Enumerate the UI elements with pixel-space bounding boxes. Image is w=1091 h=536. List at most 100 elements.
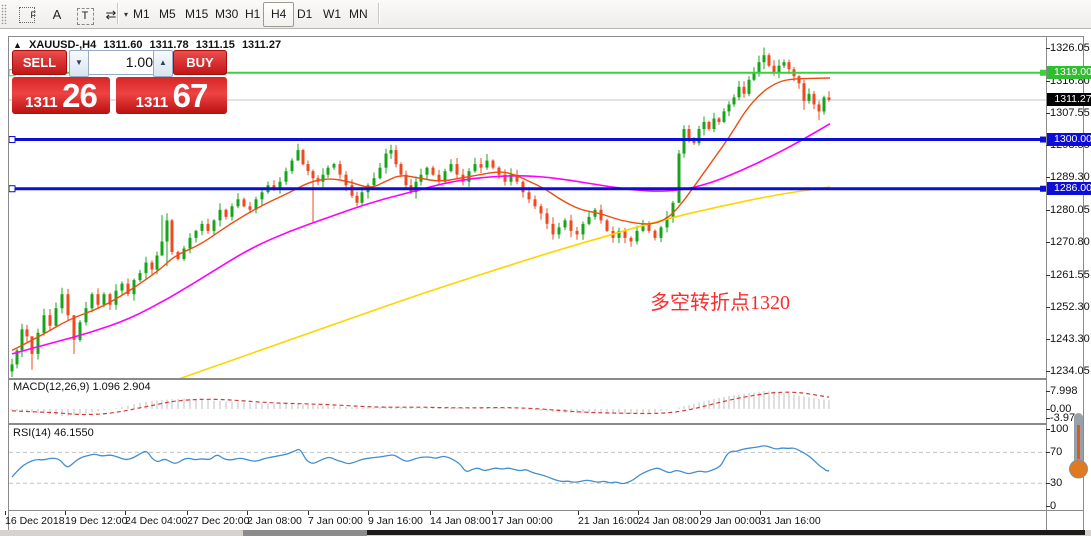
candle-body	[224, 209, 228, 217]
candle-body	[284, 171, 288, 182]
candle-body	[682, 129, 686, 154]
candle-body	[551, 223, 555, 235]
candle-body	[521, 181, 525, 193]
toolbar-grip[interactable]	[1, 4, 7, 24]
ask-big-figure: 1311	[135, 94, 169, 111]
candle-body	[479, 164, 483, 168]
text-tool-icon[interactable]: T	[72, 2, 98, 27]
macd-signal-line	[11, 391, 830, 416]
candle-body	[659, 227, 663, 238]
candle-body	[757, 62, 761, 73]
candle-body	[473, 164, 477, 172]
level-left-marker[interactable]	[8, 136, 16, 144]
candle-body	[326, 167, 330, 175]
candle-body	[230, 206, 234, 217]
thermometer-icon	[1069, 413, 1088, 479]
candle-body	[120, 283, 124, 291]
candle-body	[54, 308, 58, 326]
volume-input[interactable]: 1.00	[88, 50, 159, 75]
time-tick-label: 29 Jan 00:00	[700, 515, 761, 527]
time-tick-label: 21 Jan 16:00	[578, 515, 639, 527]
candle-body	[78, 322, 82, 340]
text-label-tool-icon[interactable]: A	[44, 2, 70, 27]
volume-increase-button[interactable]: ▲	[153, 50, 173, 77]
candle-body	[737, 86, 741, 98]
candle-body	[96, 294, 100, 305]
candle-body	[90, 294, 94, 309]
candle-body	[321, 174, 325, 182]
candle-body	[218, 209, 222, 221]
candle-body	[707, 122, 711, 129]
panel-separator-rsi[interactable]	[8, 423, 1047, 425]
volume-decrease-button[interactable]: ▼	[69, 50, 89, 77]
candle-body	[827, 97, 831, 100]
bottom-scrollbar-thumb[interactable]	[243, 530, 367, 536]
candle-body	[687, 129, 691, 140]
bid-big-figure: 1311	[25, 94, 58, 111]
candle-body	[727, 104, 731, 112]
price-badge-1311.27: 1311.27	[1047, 93, 1091, 106]
candle-body	[712, 118, 716, 129]
time-tick-label: 24 Jan 08:00	[638, 515, 699, 527]
time-axis-border	[8, 510, 1084, 511]
rsi-label: RSI(14) 46.1550	[13, 427, 94, 439]
candle-body	[762, 55, 766, 63]
candle-body	[355, 195, 359, 203]
candle-body	[144, 262, 148, 273]
candle-body	[539, 206, 543, 214]
candle-body	[772, 65, 776, 73]
candle-body	[797, 76, 801, 84]
candle-body	[817, 104, 821, 112]
mt4-window: { "toolbar": { "tools": [ {"id": "fibona…	[0, 0, 1091, 536]
timeframe-MN[interactable]: MN	[341, 2, 376, 27]
ask-price-box[interactable]: 1311 67	[116, 77, 227, 114]
level-left-marker[interactable]	[8, 185, 16, 193]
candle-body	[677, 153, 681, 203]
price-tick-label: 1252.30	[1050, 301, 1090, 313]
time-tick-label: 24 Dec 04:00	[125, 515, 188, 527]
candle-body	[212, 220, 216, 231]
collapse-triangle-icon[interactable]: ▲	[13, 40, 22, 50]
bid-pips: 26	[62, 77, 98, 114]
candle-body	[350, 185, 354, 196]
candle-body	[165, 220, 169, 242]
candle-body	[563, 220, 567, 228]
price-tick-label: 1270.80	[1050, 236, 1090, 248]
candle-body	[344, 174, 348, 186]
candle-body	[372, 178, 376, 186]
candle-body	[497, 167, 501, 175]
toolbar-separator	[117, 3, 119, 24]
toolbar-separator	[378, 3, 380, 24]
sell-button[interactable]: SELL	[12, 50, 67, 77]
time-tick-label: 9 Jan 16:00	[368, 515, 423, 527]
time-tick-label: 17 Jan 00:00	[492, 515, 553, 527]
candle-body	[485, 160, 489, 168]
rsi-scale-label: 100	[1050, 423, 1069, 435]
candle-body	[807, 93, 811, 101]
candle-body	[306, 164, 310, 172]
candle-body	[717, 118, 721, 122]
bottom-scrollbar-range[interactable]	[367, 530, 1085, 535]
candle-body	[332, 164, 336, 168]
candle-body	[575, 230, 579, 235]
candle-body	[20, 329, 24, 351]
candle-body	[200, 223, 204, 231]
candle-body	[66, 294, 70, 316]
candle-body	[802, 83, 806, 101]
bid-price-box[interactable]: 1311 26	[12, 77, 110, 114]
candle-body	[557, 227, 561, 235]
price-badge-1286.00: 1286.00	[1047, 182, 1091, 195]
candle-body	[194, 230, 198, 238]
candle-body	[360, 192, 364, 203]
time-tick-label: 2 Jan 08:00	[247, 515, 302, 527]
candle-body	[296, 150, 300, 161]
ma-mid-line	[11, 123, 831, 355]
price-tick-label: 1234.05	[1050, 365, 1090, 377]
fibonacci-tool-icon[interactable]: F	[14, 2, 40, 27]
price-tick-label: 1307.55	[1050, 107, 1090, 119]
candle-body	[311, 171, 315, 179]
candle-body	[767, 55, 771, 66]
panel-separator-macd[interactable]	[8, 378, 1047, 380]
ask-pips: 67	[172, 77, 209, 114]
buy-button[interactable]: BUY	[173, 50, 227, 77]
